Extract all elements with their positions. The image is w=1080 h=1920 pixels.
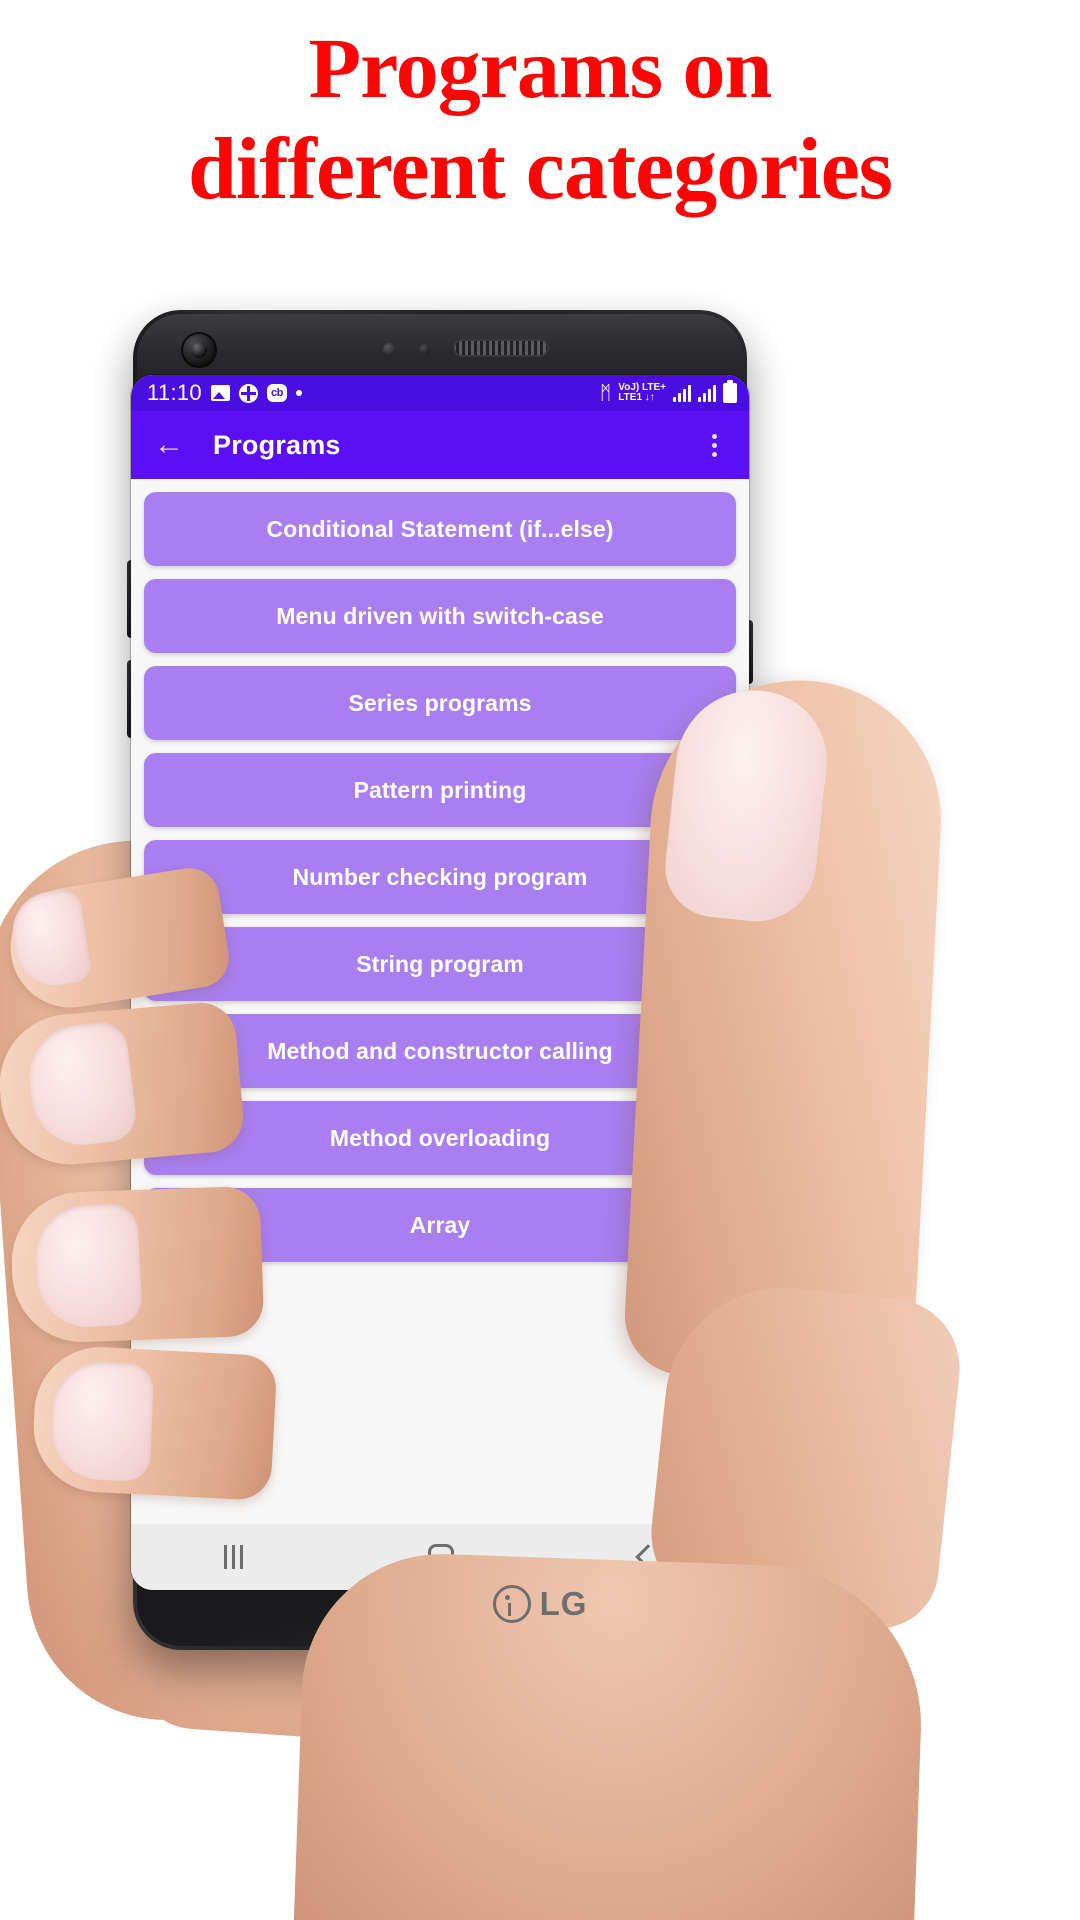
status-bar-left: 11:10 cb — [147, 380, 302, 406]
volte-indicator: VoJ) LTE+ LTE1 ↓↑ — [618, 382, 666, 403]
signal-bars-sim2-icon — [698, 384, 716, 402]
overflow-menu-icon[interactable] — [697, 425, 731, 465]
grid-icon — [238, 383, 258, 403]
phone-screen: 11:10 cb ᛗ VoJ) LTE+ LTE1 ↓↑ ← Programs — [131, 375, 749, 1590]
program-button-string-program[interactable]: String program — [144, 927, 736, 1001]
dot-icon — [295, 390, 302, 396]
page-title-line-1: Programs on — [308, 20, 773, 116]
earpiece-speaker — [453, 339, 549, 357]
image-icon — [210, 385, 230, 401]
cb-icon: cb — [266, 384, 287, 402]
lg-logo: LG — [0, 1585, 1080, 1623]
status-bar: 11:10 cb ᛗ VoJ) LTE+ LTE1 ↓↑ — [131, 375, 749, 411]
program-button-conditional-statement[interactable]: Conditional Statement (if...else) — [144, 492, 736, 566]
fingernail-ring — [32, 1202, 144, 1330]
lg-circle-icon — [492, 1585, 531, 1623]
front-camera-lens-icon — [191, 342, 207, 358]
page-root: Programs on different categories 11:10 c… — [0, 0, 1080, 1920]
back-arrow-icon[interactable]: ← — [149, 425, 189, 465]
proximity-sensor-icon — [383, 343, 396, 356]
fingernail-middle — [23, 1019, 139, 1151]
program-button-method-constructor-calling[interactable]: Method and constructor calling — [144, 1014, 736, 1088]
bluetooth-icon: ᛗ — [599, 382, 612, 404]
app-bar-title: Programs — [213, 429, 341, 460]
lg-wordmark: LG — [539, 1585, 588, 1622]
program-button-pattern-printing[interactable]: Pattern printing — [144, 753, 736, 827]
program-button-array[interactable]: Array — [144, 1188, 736, 1262]
program-button-menu-driven-switch-case[interactable]: Menu driven with switch-case — [144, 579, 736, 653]
home-button-icon[interactable] — [427, 1544, 454, 1570]
status-bar-right: ᛗ VoJ) LTE+ LTE1 ↓↑ — [599, 380, 737, 404]
program-button-number-checking[interactable]: Number checking program — [144, 840, 736, 914]
back-button-icon[interactable] — [634, 1544, 661, 1570]
status-time: 11:10 — [147, 380, 202, 405]
system-navigation-bar — [131, 1524, 749, 1590]
program-button-series-programs[interactable]: Series programs — [144, 666, 736, 740]
page-title: Programs on different categories — [0, 18, 1080, 222]
page-title-line-2: different categories — [187, 120, 893, 218]
program-button-method-overloading[interactable]: Method overloading — [144, 1101, 736, 1175]
signal-bars-sim1-icon — [673, 384, 691, 402]
recents-button-icon[interactable] — [223, 1545, 243, 1569]
program-list: Conditional Statement (if...else) Menu d… — [131, 479, 749, 1590]
fingernail-index — [7, 886, 93, 992]
network-line-2: LTE1 ↓↑ — [618, 392, 655, 403]
app-bar: ← Programs — [131, 411, 749, 479]
light-sensor-icon — [419, 344, 430, 355]
battery-icon — [723, 380, 737, 403]
